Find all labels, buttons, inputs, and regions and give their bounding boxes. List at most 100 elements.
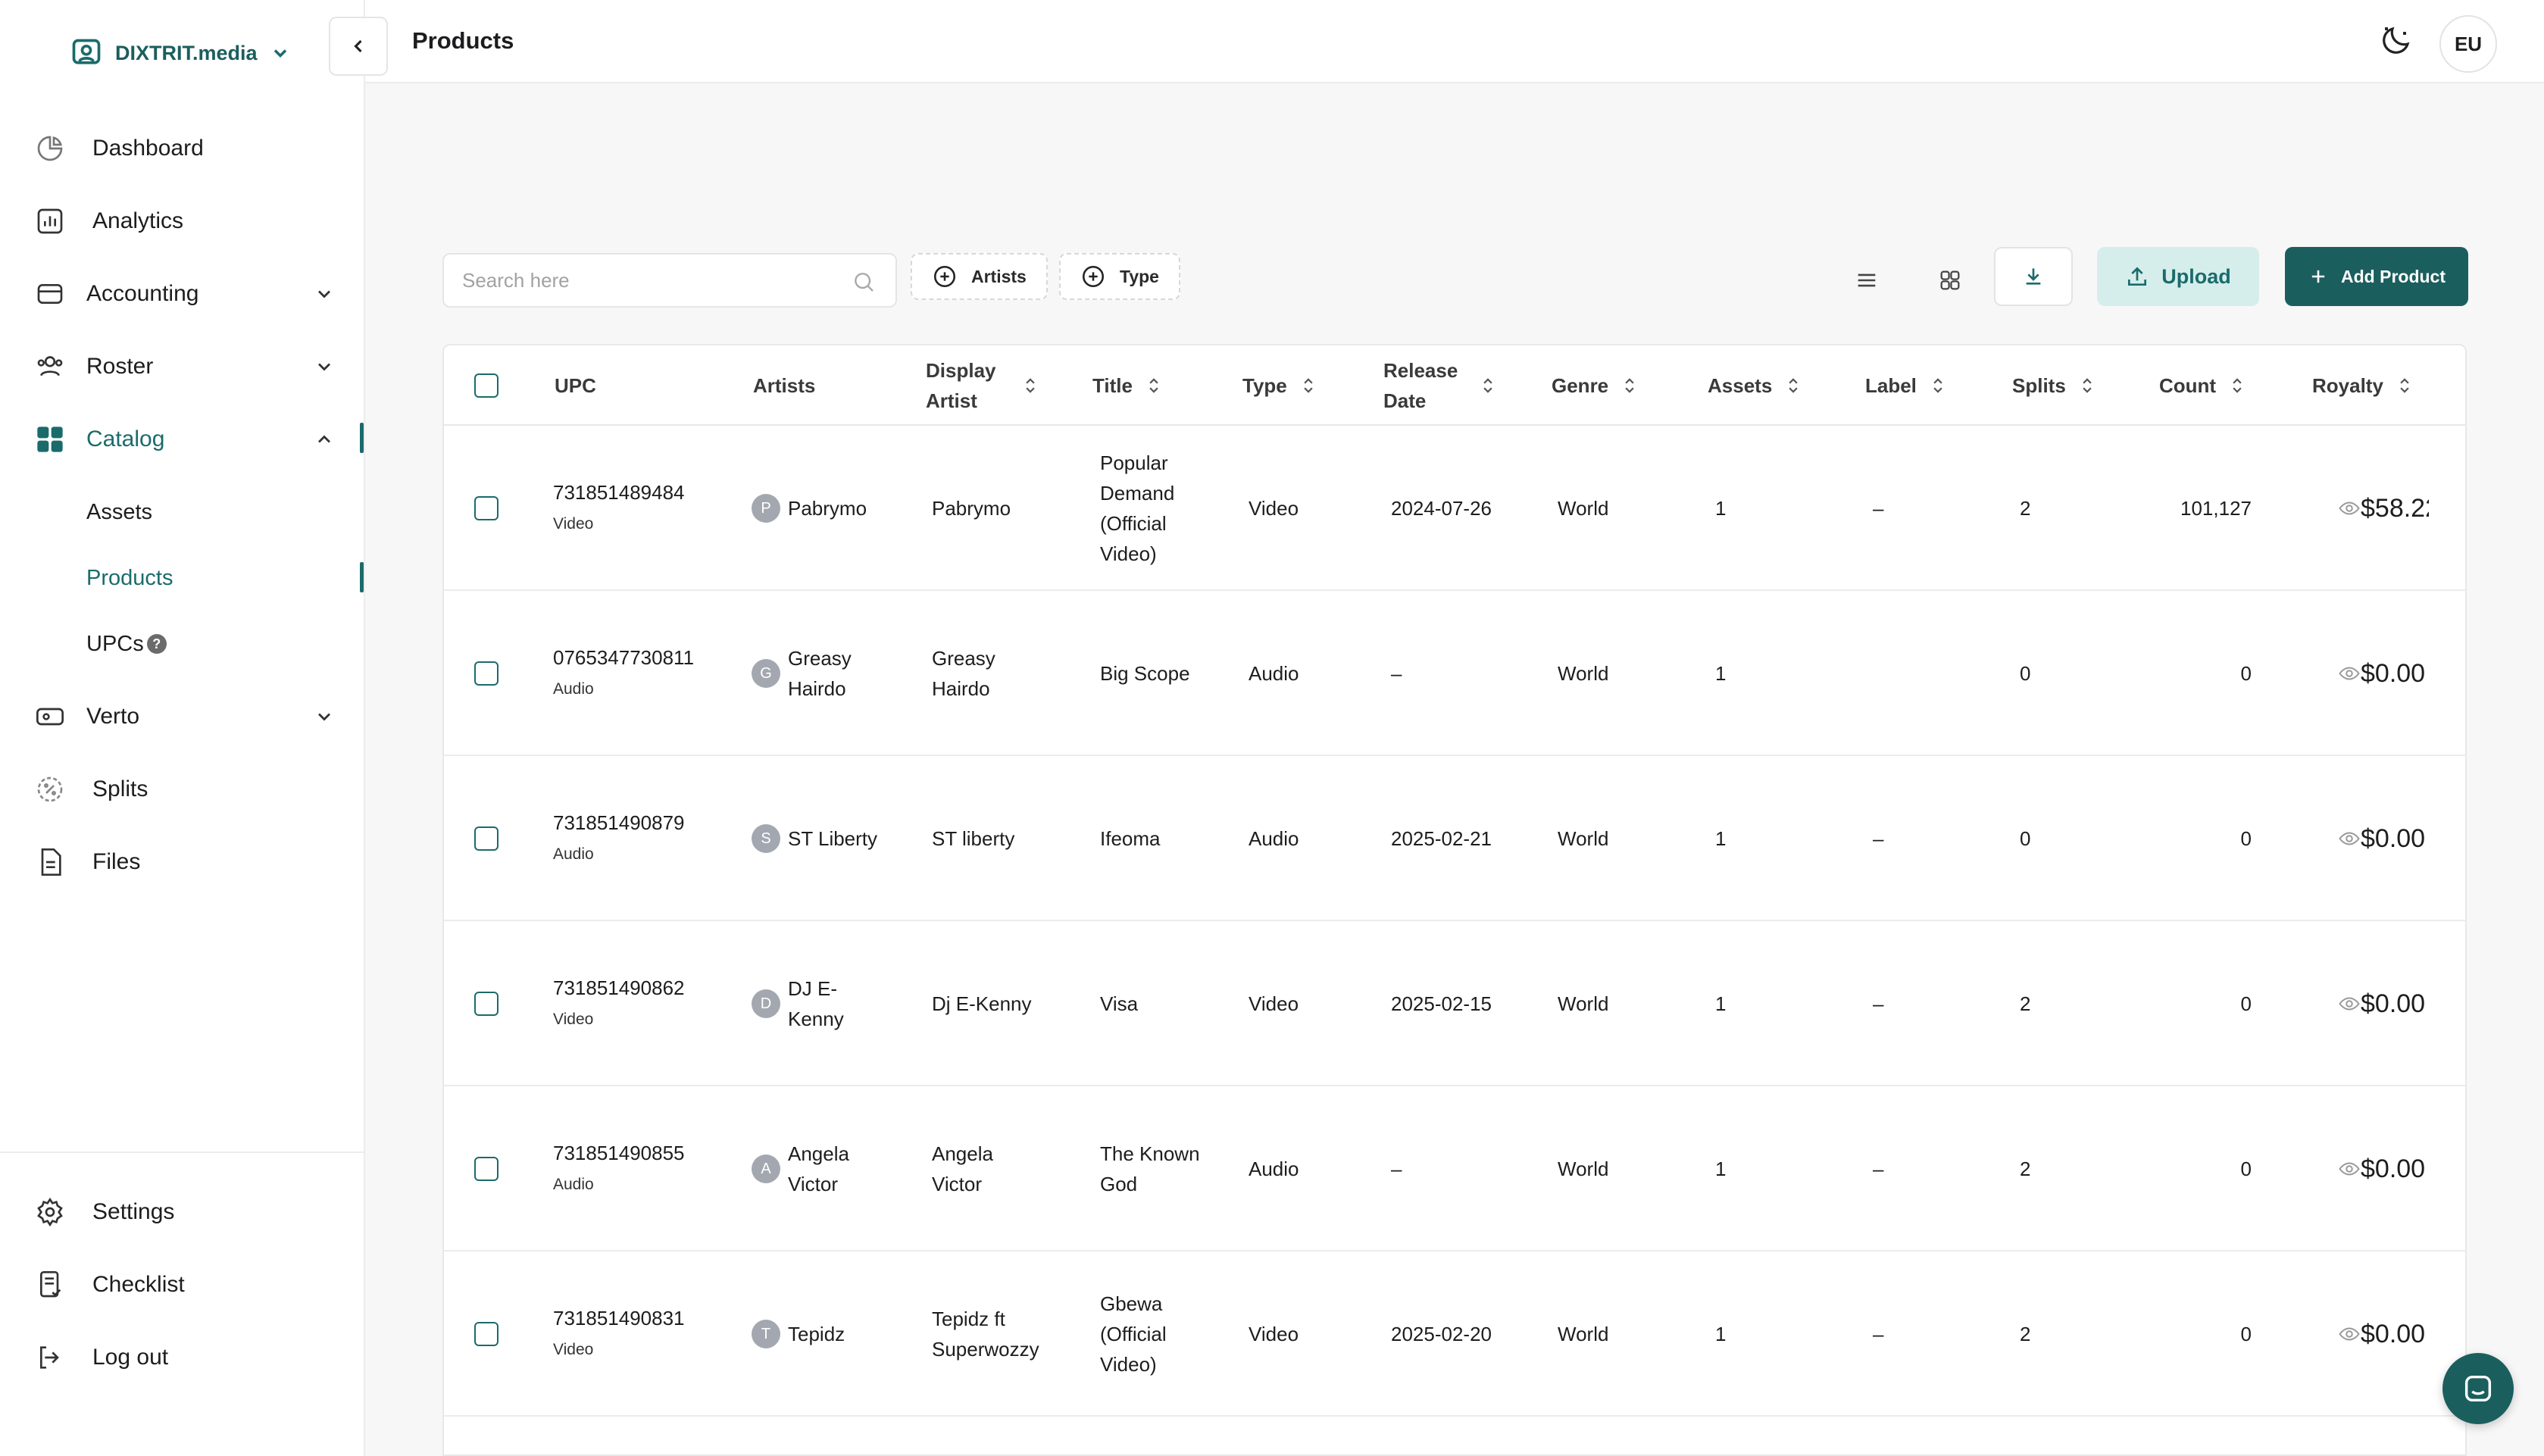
artist-cell: S ST Liberty: [752, 756, 879, 921]
search-input[interactable]: [444, 255, 823, 306]
label-cell: –: [1873, 1158, 1884, 1180]
col-release-date[interactable]: Release Date: [1383, 345, 1520, 426]
release-date-cell: –: [1391, 1158, 1402, 1180]
eye-icon[interactable]: [2338, 1323, 2361, 1345]
row-checkbox[interactable]: [474, 1157, 498, 1181]
page-title: Products: [412, 27, 514, 54]
col-display-artist[interactable]: Display Artist: [926, 345, 1062, 426]
royalty-value: $0.00: [2361, 989, 2426, 1018]
download-button[interactable]: [1994, 247, 2073, 306]
title-cell: Ifeoma: [1100, 827, 1161, 850]
count-cell: 0: [2240, 992, 2252, 1015]
help-icon[interactable]: ?: [146, 634, 167, 654]
sort-icon: [1933, 378, 1942, 393]
chat-button[interactable]: [2442, 1353, 2514, 1424]
sidebar-subitem-upcs[interactable]: UPCs ?: [86, 627, 167, 661]
col-assets[interactable]: Assets: [1708, 345, 1801, 426]
active-indicator: [360, 423, 364, 453]
sidebar-item-logout[interactable]: Log out: [33, 1335, 344, 1380]
sidebar-item-label: Dashboard: [92, 136, 204, 161]
sidebar-item-settings[interactable]: Settings: [33, 1189, 344, 1235]
sidebar-item-verto[interactable]: Verto: [33, 694, 344, 739]
row-checkbox[interactable]: [474, 496, 498, 520]
artists-filter-button[interactable]: Artists: [911, 253, 1048, 300]
sidebar-item-label: Files: [92, 849, 141, 874]
artist-name[interactable]: Pabrymo: [788, 493, 879, 523]
row-checkbox[interactable]: [474, 1322, 498, 1346]
eye-icon[interactable]: [2338, 992, 2361, 1015]
row-select-cell: [474, 921, 498, 1086]
eye-icon[interactable]: [2338, 827, 2361, 850]
royalty-value: $0.00: [2361, 659, 2426, 688]
eye-icon[interactable]: [2338, 662, 2361, 685]
eye-icon[interactable]: [2338, 497, 2361, 520]
artist-name[interactable]: Greasy Hairdo: [788, 643, 879, 704]
type-cell: Video: [1249, 497, 1299, 520]
type-cell: Audio: [1249, 827, 1299, 850]
type-filter-button[interactable]: Type: [1059, 253, 1180, 300]
table-row[interactable]: 731851489484 Video P Pabrymo Pabrymo Popular …: [444, 426, 2465, 591]
type-cell: Audio: [1249, 662, 1299, 685]
upload-button[interactable]: Upload: [2097, 247, 2259, 306]
type-cell: Video: [1249, 1323, 1299, 1345]
table-row[interactable]: 731851490831 Video T Tepidz Tepidz ft Superw…: [444, 1251, 2465, 1417]
sidebar-item-accounting[interactable]: Accounting: [33, 271, 344, 317]
brand-switcher[interactable]: DIXTRIT.media: [70, 36, 291, 70]
col-upc: UPC: [555, 345, 596, 426]
file-icon: [33, 845, 67, 879]
list-view-button[interactable]: [1847, 261, 1886, 300]
table-row[interactable]: 0765347730811 Audio G Greasy Hairdo Greasy H…: [444, 591, 2465, 756]
table-row[interactable]: 731851490862 Video D DJ E-Kenny Dj E-Kenny Vi…: [444, 921, 2465, 1086]
sort-icon: [1026, 378, 1035, 393]
sidebar-item-catalog[interactable]: Catalog: [33, 417, 344, 462]
assets-cell: 1: [1715, 1158, 1727, 1180]
artist-name[interactable]: ST Liberty: [788, 823, 879, 854]
genre-cell: World: [1558, 992, 1609, 1015]
sort-icon: [1625, 378, 1634, 393]
sidebar-subitem-products[interactable]: Products: [86, 561, 173, 595]
artist-name[interactable]: DJ E-Kenny: [788, 973, 879, 1034]
artist-name[interactable]: Angela Victor: [788, 1139, 879, 1199]
chevron-down-icon: [318, 713, 330, 721]
col-royalty[interactable]: Royalty: [2312, 345, 2412, 426]
col-count[interactable]: Count: [2159, 345, 2245, 426]
row-select-cell: [474, 1086, 498, 1251]
artist-name[interactable]: Tepidz: [788, 1319, 879, 1349]
add-product-button[interactable]: Add Product: [2285, 247, 2468, 306]
genre-cell: World: [1558, 1323, 1609, 1345]
filter-label: Type: [1120, 266, 1159, 286]
grid-view-button[interactable]: [1930, 261, 1970, 300]
sidebar-subitem-assets[interactable]: Assets: [86, 495, 152, 529]
col-title[interactable]: Title: [1092, 345, 1161, 426]
row-checkbox[interactable]: [474, 661, 498, 686]
user-avatar[interactable]: EU: [2439, 15, 2497, 73]
royalty-value: $0.00: [2361, 1154, 2426, 1183]
sidebar-item-files[interactable]: Files: [33, 839, 344, 885]
title-cell: Popular Demand (Official Video): [1100, 451, 1175, 565]
col-type[interactable]: Type: [1242, 345, 1316, 426]
sidebar-item-splits[interactable]: Splits: [33, 767, 344, 812]
sidebar-item-label: Verto: [86, 704, 140, 729]
row-checkbox[interactable]: [474, 826, 498, 851]
col-splits[interactable]: Splits: [2012, 345, 2095, 426]
sidebar-item-analytics[interactable]: Analytics: [33, 198, 344, 244]
sidebar-item-checklist[interactable]: Checklist: [33, 1262, 344, 1308]
sidebar-item-label: Catalog: [86, 426, 165, 451]
sidebar-item-roster[interactable]: Roster: [33, 344, 344, 389]
sort-icon: [1789, 378, 1798, 393]
table-row[interactable]: 731851490855 Audio A Angela Victor Angela Vi…: [444, 1086, 2465, 1251]
eye-icon[interactable]: [2338, 1158, 2361, 1180]
collapse-sidebar-button[interactable]: [329, 17, 388, 76]
table-row[interactable]: 731851490879 Audio S ST Liberty ST liberty If…: [444, 756, 2465, 921]
row-checkbox[interactable]: [474, 992, 498, 1016]
select-all-checkbox[interactable]: [474, 373, 498, 398]
col-genre[interactable]: Genre: [1552, 345, 1637, 426]
col-label[interactable]: Label: [1865, 345, 1946, 426]
sidebar: DIXTRIT.media Dashboard Analytics Accoun…: [0, 0, 365, 1456]
label-cell: –: [1873, 497, 1884, 520]
moon-icon[interactable]: [2377, 23, 2414, 59]
sidebar-item-label: Roster: [86, 354, 154, 379]
sidebar-item-dashboard[interactable]: Dashboard: [33, 126, 344, 171]
upc-kind: Audio: [553, 1176, 594, 1193]
upc-value: 0765347730811: [553, 646, 695, 669]
